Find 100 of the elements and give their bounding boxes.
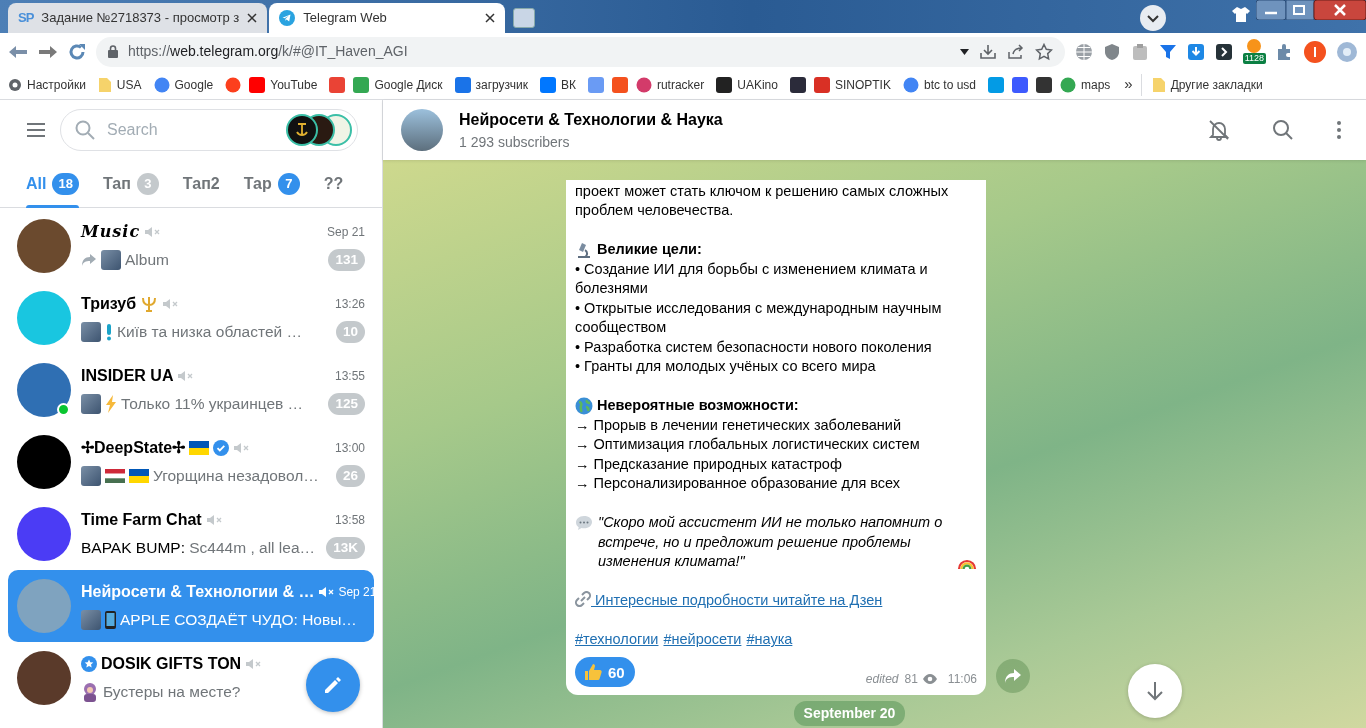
channel-avatar[interactable] bbox=[401, 109, 443, 151]
more-bookmarks-button[interactable]: » bbox=[1124, 73, 1133, 96]
shield-icon[interactable] bbox=[1102, 42, 1121, 61]
window-controls-drawing[interactable] bbox=[1256, 0, 1366, 20]
browser-tab[interactable]: SP Задание №2718373 - просмотр з bbox=[8, 3, 268, 33]
funnel-icon[interactable] bbox=[1158, 42, 1177, 61]
profile-avatar-icon[interactable] bbox=[1304, 40, 1326, 63]
chat-item[interactable]: ✢DeepState✢ 13:00 Угорщина незадовол… 26 bbox=[8, 426, 374, 498]
unread-count: 13K bbox=[326, 537, 365, 559]
close-icon[interactable] bbox=[485, 13, 496, 23]
message-preview: Album bbox=[125, 250, 169, 271]
coin-icon[interactable] bbox=[1247, 39, 1262, 53]
microscope-icon bbox=[575, 240, 593, 259]
bracket-icon[interactable] bbox=[1214, 42, 1233, 61]
lock-icon bbox=[108, 45, 118, 58]
message-text: проект может стать ключом к решению самых сложных проблем человечества. bbox=[575, 181, 950, 220]
share-icon[interactable] bbox=[1006, 43, 1025, 60]
channel-title[interactable]: Нейросети & Технологии & Наука bbox=[459, 107, 1186, 132]
bookmark-link[interactable]: Настройки bbox=[4, 73, 90, 96]
reload-icon[interactable] bbox=[68, 42, 86, 61]
chat-name: ✢DeepState✢ bbox=[81, 438, 186, 459]
chat-item[interactable]: Тризуб 13:26 Київ та низка областей … 10 bbox=[8, 282, 374, 354]
scroll-down-button[interactable] bbox=[1128, 664, 1182, 718]
chat-name: INSIDER UA bbox=[81, 366, 174, 387]
unread-count: 131 bbox=[328, 249, 365, 271]
message-preview: Бустеры на месте? bbox=[103, 682, 241, 703]
bookmark-link[interactable]: Google bbox=[149, 73, 218, 96]
folder-icon bbox=[1151, 76, 1166, 93]
folder-tab[interactable]: Тар 7 bbox=[235, 159, 308, 208]
hashtag-link[interactable]: #технологии bbox=[575, 631, 659, 647]
browser-tab[interactable]: Telegram Web bbox=[269, 3, 506, 33]
bookmark-link[interactable]: maps bbox=[1056, 73, 1115, 96]
hashtag-link[interactable]: #нейросети bbox=[663, 631, 742, 647]
bookmark-link[interactable]: YouTube bbox=[245, 73, 322, 96]
view-count: 81 bbox=[904, 670, 918, 688]
pencil-icon bbox=[323, 675, 343, 695]
new-tab-button[interactable] bbox=[513, 8, 536, 28]
chat-time: 13:55 bbox=[334, 368, 365, 386]
close-icon[interactable] bbox=[247, 13, 258, 23]
section-heading: Великие цели: bbox=[597, 240, 702, 259]
chat-time: 13:58 bbox=[334, 512, 365, 530]
message-preview: Только 11% украинцев … bbox=[121, 394, 304, 415]
bookmark-link[interactable]: rutracker bbox=[631, 73, 709, 96]
date-divider: September 20 bbox=[793, 701, 906, 726]
quote-text: "Скоро мой ассистент ИИ не только напомнит о встрече, но и предложит решение проблемы изменения климата!" bbox=[598, 513, 944, 571]
download-icon[interactable] bbox=[978, 43, 997, 60]
message-preview: APPLE СОЗДАЁТ ЧУДО: Новы… bbox=[120, 610, 357, 631]
bookmark-link[interactable]: UAKino bbox=[712, 73, 782, 96]
forward-button[interactable] bbox=[996, 659, 1030, 693]
dropdown-triangle-icon[interactable] bbox=[959, 48, 969, 55]
eye-icon bbox=[921, 673, 938, 686]
arrow-down-icon bbox=[1146, 681, 1164, 701]
chat-time: Sep 21 bbox=[326, 224, 365, 242]
search-field[interactable]: Search bbox=[105, 117, 275, 143]
message-preview: Київ та низка областей … bbox=[117, 322, 302, 343]
search-icon bbox=[1272, 119, 1294, 141]
compose-button[interactable] bbox=[306, 658, 360, 712]
edited-label: edited bbox=[865, 670, 899, 688]
article-link[interactable]: Интересные подробности читайте на Дзен bbox=[591, 592, 883, 608]
chat-item[interactable]: Music Sep 21 Album 131 bbox=[8, 210, 374, 282]
clipboard-icon[interactable] bbox=[1130, 42, 1149, 61]
speech-bubble-icon bbox=[575, 515, 593, 531]
bookmark-link[interactable]: Google Диск bbox=[349, 73, 447, 96]
more-icon bbox=[1336, 119, 1342, 141]
globe-icon[interactable] bbox=[1074, 42, 1093, 61]
message-preview: Угорщина незадовол… bbox=[153, 466, 319, 487]
chat-item[interactable]: Time Farm Chat 13:58 BAPAK BUMP: Sc444m , all lea… 13K bbox=[8, 498, 374, 570]
message-text: • Гранты для молодых учёных со всего мира bbox=[575, 357, 877, 376]
unread-count: 3 bbox=[136, 172, 159, 195]
bookmark-link[interactable]: btc to usd bbox=[898, 73, 980, 96]
extension-badge: 1128 bbox=[1242, 53, 1266, 64]
forward-arrow-icon[interactable] bbox=[38, 43, 58, 60]
chat-name: Time Farm Chat bbox=[81, 510, 202, 531]
shirt-icon[interactable] bbox=[1232, 6, 1250, 22]
folder-tab[interactable]: ?? bbox=[315, 159, 352, 208]
back-arrow-icon[interactable] bbox=[8, 43, 28, 60]
bookmark-link[interactable]: загрузчик bbox=[450, 73, 532, 96]
hashtag-link[interactable]: #наука bbox=[746, 631, 793, 647]
message-time: 11:06 bbox=[947, 670, 977, 688]
bookmark-link[interactable]: ВК bbox=[535, 73, 580, 96]
chat-item[interactable]: DOSIK GIFTS TON Бустеры на месте? bbox=[8, 642, 374, 714]
folder-tab[interactable]: Тап 3 bbox=[94, 159, 167, 208]
story-avatars-drawing[interactable] bbox=[285, 113, 353, 147]
chevron-down-icon[interactable] bbox=[1140, 5, 1166, 31]
folder-tab[interactable]: Тап2 bbox=[174, 159, 228, 208]
message-text: → Предсказание природных катастроф bbox=[575, 454, 843, 474]
menu-icon[interactable] bbox=[26, 122, 46, 138]
unread-count: 7 bbox=[277, 172, 300, 195]
paper-plane-icon bbox=[279, 10, 296, 26]
unread-count: 125 bbox=[328, 393, 365, 415]
bookmark-link[interactable]: USA bbox=[93, 73, 146, 96]
address-bar[interactable]: https://web.telegram.org/k/#@IT_Haven_AGI bbox=[96, 36, 1065, 67]
globe-icon bbox=[575, 396, 593, 415]
star-icon[interactable] bbox=[1034, 42, 1053, 61]
chat-name: Нейросети & Технологии & … bbox=[81, 582, 315, 603]
unread-count: 18 bbox=[52, 172, 79, 195]
chat-name: Тризуб bbox=[81, 294, 137, 315]
bookmark-folder[interactable]: Другие закладки bbox=[1140, 73, 1267, 96]
bookmark-link[interactable]: SINOPTIK bbox=[809, 73, 895, 96]
chat-item[interactable]: INSIDER UA 13:55 Только 11% украинцев … 125 bbox=[8, 354, 374, 426]
